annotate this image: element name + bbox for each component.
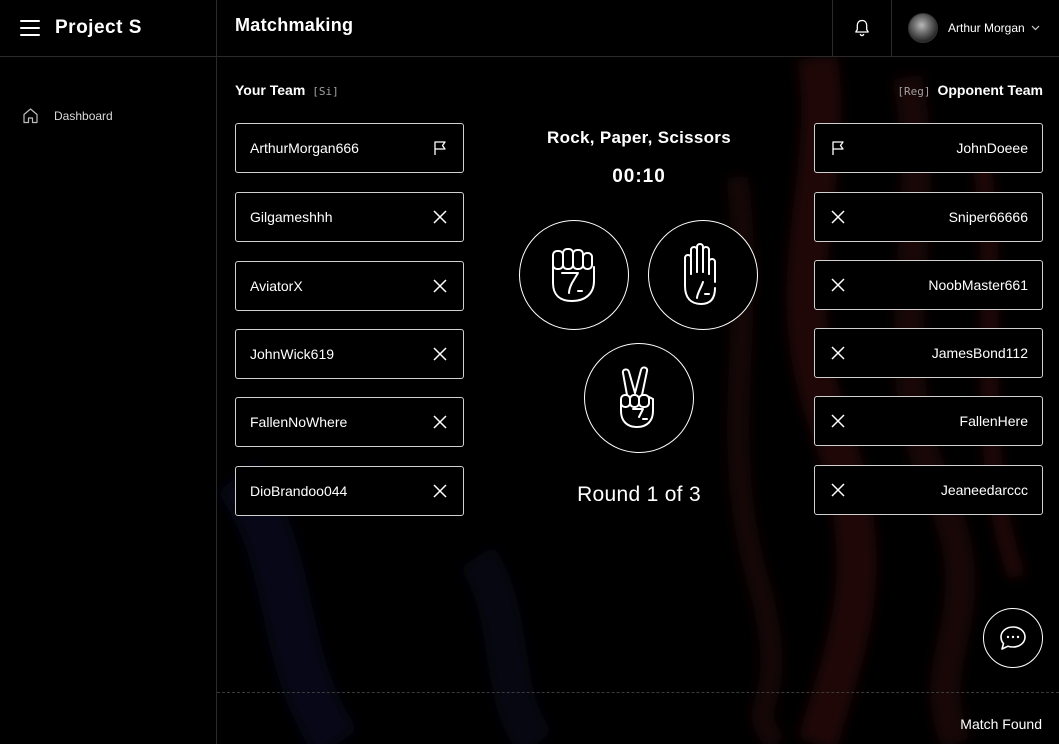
countdown-timer: 00:10 — [612, 166, 666, 187]
sidebar: Dashboard — [0, 57, 217, 744]
player-name: ArthurMorgan666 — [250, 140, 359, 156]
open-hand-icon — [684, 243, 716, 305]
sidebar-item-dashboard[interactable]: Dashboard — [22, 107, 113, 124]
player-name: Sniper66666 — [948, 209, 1028, 225]
app-root: Project S Matchmaking Arthur Morgan Dash… — [0, 0, 1059, 744]
player-name: DioBrandoo044 — [250, 483, 348, 499]
brand-name: Project S — [55, 17, 142, 38]
close-icon[interactable] — [431, 277, 449, 295]
close-icon[interactable] — [829, 481, 847, 499]
close-icon[interactable] — [829, 276, 847, 294]
bell-icon — [855, 19, 869, 37]
close-icon[interactable] — [431, 482, 449, 500]
close-icon[interactable] — [431, 345, 449, 363]
user-menu[interactable]: Arthur Morgan — [908, 0, 1040, 56]
your-team-tag: [Si] — [312, 85, 339, 98]
close-icon[interactable] — [829, 412, 847, 430]
chat-button[interactable] — [983, 608, 1043, 668]
your-team-title: Your Team — [235, 82, 306, 98]
close-icon[interactable] — [829, 344, 847, 362]
player-name: JamesBond112 — [931, 345, 1028, 361]
player-name: Gilgameshhh — [250, 209, 333, 225]
opponent-team-player[interactable]: JohnDoeee — [814, 123, 1043, 173]
your-team-player[interactable]: FallenNoWhere — [235, 397, 464, 447]
your-team-player[interactable]: Gilgameshhh — [235, 192, 464, 242]
fist-icon — [552, 248, 595, 302]
page-title: Matchmaking — [235, 15, 354, 35]
opponent-team-player[interactable]: NoobMaster661 — [814, 260, 1043, 310]
round-indicator: Round 1 of 3 — [577, 483, 701, 506]
sidebar-item-label: Dashboard — [54, 108, 113, 123]
your-team-header: Your Team [Si] — [235, 82, 339, 98]
your-team-player[interactable]: AviatorX — [235, 261, 464, 311]
peace-hand-icon — [620, 366, 654, 428]
chat-bubble-icon — [1000, 626, 1026, 650]
flag-icon — [431, 139, 449, 157]
opponent-team-player[interactable]: FallenHere — [814, 396, 1043, 446]
flag-icon — [829, 139, 847, 157]
your-team-player[interactable]: DioBrandoo044 — [235, 466, 464, 516]
player-name: JohnWick619 — [250, 346, 335, 362]
player-name: AviatorX — [250, 278, 303, 294]
footer-bar: Match Found — [217, 692, 1059, 744]
home-icon — [23, 108, 38, 124]
opponent-team-header: [Reg] Opponent Team — [897, 82, 1043, 98]
opponent-team-player[interactable]: Jeaneedarccc — [814, 465, 1043, 515]
user-name: Arthur Morgan — [948, 21, 1025, 35]
close-icon[interactable] — [431, 208, 449, 226]
player-name: NoobMaster661 — [928, 277, 1028, 293]
your-team-player[interactable]: JohnWick619 — [235, 329, 464, 379]
match-status: Match Found — [960, 716, 1042, 732]
close-icon[interactable] — [431, 413, 449, 431]
chevron-down-icon — [1031, 25, 1040, 31]
hamburger-icon[interactable] — [20, 20, 40, 36]
player-name: FallenHere — [959, 413, 1028, 429]
avatar — [908, 13, 938, 43]
opponent-team-player[interactable]: JamesBond112 — [814, 328, 1043, 378]
your-team-player[interactable]: ArthurMorgan666 — [235, 123, 464, 173]
brand-area: Project S — [0, 0, 217, 56]
rock-choice-button[interactable] — [519, 220, 629, 330]
player-name: JohnDoeee — [956, 140, 1028, 156]
notifications-button[interactable] — [832, 0, 892, 56]
opponent-team-tag: [Reg] — [897, 85, 931, 98]
paper-choice-button[interactable] — [648, 220, 758, 330]
opponent-team-title: Opponent Team — [937, 82, 1043, 98]
opponent-team-player[interactable]: Sniper66666 — [814, 192, 1043, 242]
game-title: Rock, Paper, Scissors — [547, 128, 731, 147]
scissors-choice-button[interactable] — [584, 343, 694, 453]
player-name: Jeaneedarccc — [940, 482, 1028, 498]
top-bar: Project S Matchmaking Arthur Morgan — [0, 0, 1059, 57]
close-icon[interactable] — [829, 208, 847, 226]
player-name: FallenNoWhere — [250, 414, 348, 430]
